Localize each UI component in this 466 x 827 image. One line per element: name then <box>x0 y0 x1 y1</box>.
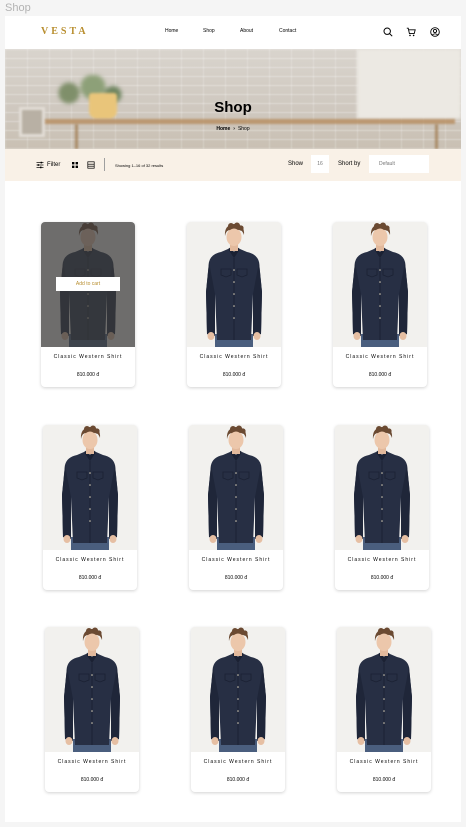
product-image <box>333 222 427 347</box>
product-price: 810.000 đ <box>222 372 246 378</box>
product-price: 810.000 đ <box>372 777 396 783</box>
filter-button[interactable]: Filter <box>47 162 60 168</box>
shop-page: VESTA Home Shop About Contact Shop Home ›… <box>5 16 461 822</box>
sort-select[interactable] <box>369 155 429 173</box>
breadcrumb: Home › Shop <box>5 126 461 132</box>
filter-divider <box>104 158 105 171</box>
product-card[interactable]: Classic Western Shirt 810.000 đ <box>189 425 283 590</box>
product-card[interactable]: Classic Western Shirt 810.000 đ <box>335 425 429 590</box>
list-view-icon[interactable] <box>87 161 95 169</box>
product-card[interactable]: Classic Western Shirt 810.000 đ <box>187 222 281 387</box>
nav-home[interactable]: Home <box>165 28 178 34</box>
filter-bar: Filter Showing 1–16 of 32 results Show S… <box>5 149 461 181</box>
add-to-cart-button[interactable]: Add to cart <box>56 277 120 291</box>
product-price: 810.000 đ <box>370 575 394 581</box>
product-name[interactable]: Classic Western Shirt <box>189 557 283 563</box>
product-name[interactable]: Classic Western Shirt <box>45 759 139 765</box>
hero-shelf-decor <box>45 119 455 124</box>
grid-view-icon[interactable] <box>71 161 79 169</box>
product-name[interactable]: Classic Western Shirt <box>337 759 431 765</box>
product-name[interactable]: Classic Western Shirt <box>43 557 137 563</box>
product-photo[interactable] <box>333 222 427 347</box>
product-photo[interactable] <box>189 425 283 550</box>
page-title: Shop <box>214 99 252 116</box>
results-count: Showing 1–16 of 32 results <box>115 163 164 168</box>
product-photo[interactable] <box>45 627 139 752</box>
product-image <box>187 222 281 347</box>
user-icon[interactable] <box>430 27 440 37</box>
product-price: 810.000 đ <box>224 575 248 581</box>
product-photo[interactable] <box>337 627 431 752</box>
breadcrumb-current: Shop <box>237 126 250 132</box>
filter-sliders-icon[interactable] <box>36 161 44 169</box>
hero-banner: Shop Home › Shop <box>5 49 461 149</box>
brand-logo[interactable]: VESTA <box>41 26 89 37</box>
product-image <box>43 425 137 550</box>
product-name[interactable]: Classic Western Shirt <box>191 759 285 765</box>
nav-contact[interactable]: Contact <box>279 28 296 34</box>
product-card[interactable]: Classic Western Shirt 810.000 đ <box>333 222 427 387</box>
product-card[interactable]: Classic Western Shirt 810.000 đ <box>45 627 139 792</box>
nav-about[interactable]: About <box>240 28 253 34</box>
product-price: 810.000 đ <box>78 575 102 581</box>
product-image <box>337 627 431 752</box>
product-name[interactable]: Classic Western Shirt <box>41 354 135 360</box>
site-header: VESTA Home Shop About Contact <box>5 16 461 49</box>
sort-label: Short by <box>338 161 361 167</box>
product-photo[interactable] <box>335 425 429 550</box>
breadcrumb-separator: › <box>233 126 235 132</box>
product-name[interactable]: Classic Western Shirt <box>333 354 427 360</box>
product-photo[interactable] <box>187 222 281 347</box>
show-count-input[interactable] <box>311 155 329 173</box>
show-label: Show <box>288 161 304 167</box>
product-card[interactable]: Classic Western Shirt 810.000 đ <box>337 627 431 792</box>
breadcrumb-home[interactable]: Home <box>216 126 230 132</box>
product-card[interactable]: Add to cart Classic Western Shirt 810.000 … <box>41 222 135 387</box>
product-name[interactable]: Classic Western Shirt <box>335 557 429 563</box>
product-card[interactable]: Classic Western Shirt 810.000 đ <box>191 627 285 792</box>
product-name[interactable]: Classic Western Shirt <box>187 354 281 360</box>
product-image <box>189 425 283 550</box>
product-price: 810.000 đ <box>80 777 104 783</box>
product-photo[interactable] <box>43 425 137 550</box>
product-card[interactable]: Classic Western Shirt 810.000 đ <box>43 425 137 590</box>
product-image <box>335 425 429 550</box>
search-icon[interactable] <box>383 27 393 37</box>
frame-label: Shop <box>5 2 31 14</box>
product-price: 810.000 đ <box>226 777 250 783</box>
product-price: 810.000 đ <box>76 372 100 378</box>
product-photo[interactable] <box>191 627 285 752</box>
nav-shop[interactable]: Shop <box>203 28 215 34</box>
product-image <box>191 627 285 752</box>
cart-icon[interactable] <box>406 27 416 37</box>
product-image <box>45 627 139 752</box>
product-price: 810.000 đ <box>368 372 392 378</box>
